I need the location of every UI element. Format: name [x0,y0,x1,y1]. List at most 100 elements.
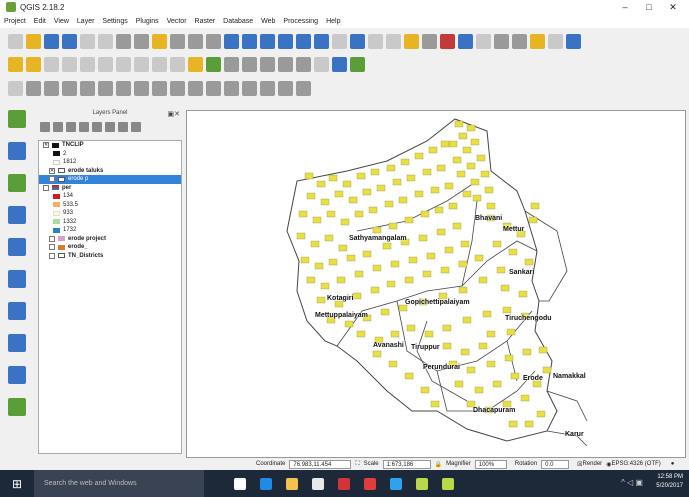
layer-tree[interactable]: ✕ TNCLIP 2 1812 ✕ erode taluks ✕ erode p… [38,140,182,454]
add-group-icon[interactable] [53,122,63,132]
layer-visibility-checkbox[interactable]: ✕ [49,167,55,174]
add-vector-layer-icon[interactable] [8,110,26,128]
layer-item-erode-p[interactable]: ✕ erode p [39,175,181,184]
windows-start-icon[interactable]: ⊞ [6,473,28,495]
field-calculator-icon[interactable] [476,33,491,49]
file-explorer-icon[interactable] [286,477,298,490]
menu-raster[interactable]: Raster [195,18,216,25]
split-parts-icon[interactable] [242,80,257,96]
toggle-extents-icon[interactable]: ⛶ [355,461,359,468]
add-delimited-text-icon[interactable] [8,334,26,352]
edge-browser-icon[interactable] [260,477,272,490]
pan-map-icon[interactable] [116,33,131,49]
undo-icon[interactable] [26,80,41,96]
cut-features-icon[interactable] [134,56,149,72]
menu-plugins[interactable]: Plugins [136,18,159,25]
menu-view[interactable]: View [54,18,69,25]
rotate-label-icon[interactable] [278,56,293,72]
layer-item-erode-taluks[interactable]: ✕ erode taluks [39,167,181,176]
menu-vector[interactable]: Vector [167,18,187,25]
taskbar-clock[interactable]: 12:58 PM 5/20/2017 [656,473,683,491]
add-wms-layer-icon[interactable] [8,238,26,256]
text-annotation-icon[interactable] [548,33,563,49]
label-tool-icon[interactable] [188,56,203,72]
map-tips-icon[interactable] [530,33,545,49]
rotate-feature-icon[interactable] [62,80,77,96]
statistics-icon[interactable] [458,33,473,49]
zoom-out-icon[interactable] [188,33,203,49]
merge-features-icon[interactable] [260,80,275,96]
python-console-icon[interactable] [314,56,329,72]
menu-edit[interactable]: Edit [34,18,46,25]
menu-project[interactable]: Project [4,18,26,25]
save-as-icon[interactable] [62,33,77,49]
add-part-icon[interactable] [116,80,131,96]
help-icon[interactable] [566,33,581,49]
layer-labeling-icon[interactable] [206,56,221,72]
pin-labels-icon[interactable] [224,56,239,72]
office-icon[interactable] [338,477,350,490]
open-layer-styling-icon[interactable] [40,122,50,132]
layer-visibility-checkbox[interactable] [49,244,55,251]
split-features-icon[interactable] [224,80,239,96]
new-shapefile-layer-icon[interactable] [8,398,26,416]
select-features-icon[interactable] [404,33,419,49]
merge-attributes-icon[interactable] [278,80,293,96]
rotate-point-symbols-icon[interactable] [296,80,311,96]
close-button[interactable]: ✕ [661,0,685,14]
paste-features-icon[interactable] [170,56,185,72]
zoom-next-icon[interactable] [296,33,311,49]
measure-icon[interactable] [512,33,527,49]
layer-item-tnclip[interactable]: ✕ TNCLIP [39,141,181,150]
new-bookmark-icon[interactable] [314,33,329,49]
browser-icon[interactable] [332,56,347,72]
mail-icon[interactable] [364,477,376,490]
map-canvas[interactable]: Bhavani Mettur Sathyamangalam Sankari Ko… [186,110,686,458]
layer-item-erode[interactable]: erode_ [39,243,181,252]
filter-legend-icon[interactable] [79,122,89,132]
zoom-selection-icon[interactable] [242,33,257,49]
deselect-icon[interactable] [422,33,437,49]
change-label-icon[interactable] [296,56,311,72]
filter-by-expression-icon[interactable] [92,122,102,132]
remove-layer-icon[interactable] [131,122,141,132]
add-spatialite-layer-icon[interactable] [8,206,26,224]
menu-settings[interactable]: Settings [102,18,127,25]
layer-visibility-checkbox[interactable]: ✕ [43,142,49,149]
coordinate-field[interactable]: 76.983,11.454 [289,459,352,469]
add-ring-icon[interactable] [98,80,113,96]
add-wcs-layer-icon[interactable] [8,270,26,288]
add-virtual-layer-icon[interactable] [8,366,26,384]
move-label-icon[interactable] [260,56,275,72]
show-hide-labels-icon[interactable] [242,56,257,72]
menu-database[interactable]: Database [223,18,253,25]
maximize-button[interactable]: □ [637,0,661,14]
layer-visibility-checkbox[interactable]: ✕ [49,176,55,183]
add-raster-layer-icon[interactable] [8,142,26,160]
open-project-icon[interactable] [26,33,41,49]
add-postgis-layer-icon[interactable] [8,174,26,192]
store-icon[interactable] [312,477,324,490]
delete-part-icon[interactable] [170,80,185,96]
system-tray-icons[interactable]: ^ ◁ ▣ [621,478,643,487]
delete-selected-icon[interactable] [116,56,131,72]
messages-icon[interactable]: ● [671,461,675,467]
new-project-icon[interactable] [8,33,23,49]
menu-web[interactable]: Web [261,18,275,25]
magnifier-spinbox[interactable]: 100% [474,459,507,469]
sum-icon[interactable] [494,33,509,49]
node-tool-icon[interactable] [98,56,113,72]
pan-to-selection-icon[interactable] [134,33,149,49]
task-view-icon[interactable] [234,477,246,490]
zoom-layer-icon[interactable] [260,33,275,49]
layer-visibility-checkbox[interactable] [49,252,55,259]
menu-layer[interactable]: Layer [77,18,95,25]
rotation-spinbox[interactable]: 0.0 [541,459,570,469]
add-feature-icon[interactable] [62,56,77,72]
save-layer-edits-icon[interactable] [44,56,59,72]
reshape-features-icon[interactable] [188,80,203,96]
fill-ring-icon[interactable] [134,80,149,96]
redo-icon[interactable] [44,80,59,96]
panel-close-icon[interactable]: ▣✕ [168,110,180,118]
print-composer-icon[interactable] [80,33,95,49]
